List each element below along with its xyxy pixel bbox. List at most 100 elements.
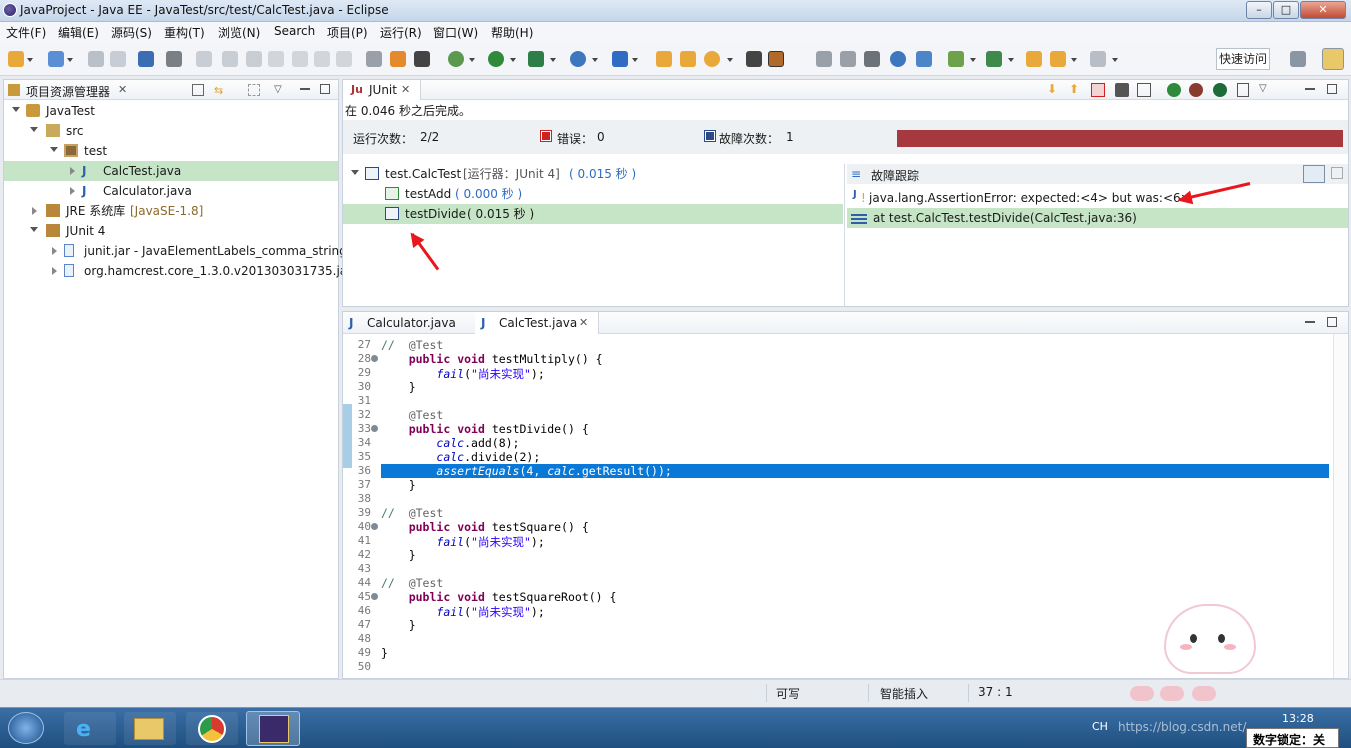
minimize-view-icon[interactable] bbox=[1305, 321, 1315, 323]
search-icon[interactable] bbox=[704, 51, 720, 67]
menu-help[interactable]: 帮助(H) bbox=[491, 24, 533, 41]
next-failure-icon[interactable]: ⬇ bbox=[1047, 82, 1057, 96]
code-line[interactable]: 37 } bbox=[343, 478, 1331, 492]
compare-result-icon[interactable] bbox=[1331, 167, 1343, 179]
code-line[interactable]: 39 // @Test bbox=[343, 506, 1331, 520]
step-over-icon[interactable] bbox=[292, 51, 308, 67]
forward-icon[interactable] bbox=[1090, 51, 1106, 67]
code-line[interactable]: 28 public void testMultiply() { bbox=[343, 352, 1331, 366]
view-menu-icon[interactable]: ▽ bbox=[1259, 83, 1267, 94]
tab-calctest[interactable]: J CalcTest.java ✕ bbox=[475, 312, 599, 334]
maximize-button[interactable]: □ bbox=[1273, 1, 1299, 19]
filter-stack-icon[interactable] bbox=[1303, 165, 1325, 183]
code-line[interactable]: 29 fail("尚未实现"); bbox=[343, 366, 1331, 381]
history-icon[interactable] bbox=[1237, 83, 1249, 97]
pen-icon[interactable] bbox=[768, 51, 784, 67]
code-line[interactable]: 45 public void testSquareRoot() { bbox=[343, 590, 1331, 604]
server-icon[interactable] bbox=[138, 51, 154, 67]
menu-run[interactable]: 运行(R) bbox=[380, 24, 422, 41]
coverage-icon[interactable] bbox=[528, 51, 544, 67]
tree-item-jre[interactable]: JRE 系统库 [JavaSE-1.8] bbox=[4, 201, 338, 221]
fold-icon[interactable] bbox=[371, 523, 378, 530]
tree-item-javatest[interactable]: JavaTest bbox=[4, 101, 338, 121]
link-icon[interactable] bbox=[390, 51, 406, 67]
close-icon[interactable]: ✕ bbox=[401, 80, 410, 100]
close-icon[interactable]: ✕ bbox=[118, 83, 127, 96]
tree-item-src[interactable]: src bbox=[4, 121, 338, 141]
run-icon[interactable] bbox=[488, 51, 504, 67]
code-line[interactable]: 38 bbox=[343, 492, 1331, 506]
new-project-icon[interactable] bbox=[48, 51, 64, 67]
code-line[interactable]: 41 fail("尚未实现"); bbox=[343, 534, 1331, 549]
code-line[interactable]: 43 bbox=[343, 562, 1331, 576]
skip-breakpoints-icon[interactable] bbox=[166, 51, 182, 67]
code-line[interactable]: 32 @Test bbox=[343, 408, 1331, 422]
close-icon[interactable]: ✕ bbox=[579, 312, 588, 334]
save-all-icon[interactable] bbox=[110, 51, 126, 67]
trace-line-at[interactable]: at test.CalcTest.testDivide(CalcTest.jav… bbox=[847, 208, 1348, 228]
view-menu-icon[interactable]: ▽ bbox=[274, 84, 282, 95]
rerun-failed-icon[interactable] bbox=[1189, 83, 1203, 97]
minimize-view-icon[interactable] bbox=[1305, 88, 1315, 90]
resume-icon[interactable] bbox=[196, 51, 212, 67]
taskbar-chrome[interactable] bbox=[186, 712, 238, 745]
collapse-all-icon[interactable] bbox=[192, 84, 204, 96]
code-line[interactable]: 40 public void testSquare() { bbox=[343, 520, 1331, 534]
javaee-perspective-icon[interactable] bbox=[1322, 48, 1344, 70]
rerun-icon[interactable] bbox=[1167, 83, 1181, 97]
maximize-view-icon[interactable] bbox=[320, 84, 330, 94]
breakpoint-icon[interactable] bbox=[414, 51, 430, 67]
show-whitespace-icon[interactable] bbox=[864, 51, 880, 67]
taskbar-eclipse[interactable] bbox=[246, 711, 300, 746]
ime-indicator[interactable]: CH bbox=[1092, 720, 1108, 733]
debug-icon[interactable] bbox=[448, 51, 464, 67]
close-button[interactable]: ✕ bbox=[1300, 1, 1346, 19]
menu-search[interactable]: Search bbox=[274, 24, 315, 38]
open-task-icon[interactable] bbox=[680, 51, 696, 67]
stop-icon[interactable] bbox=[1213, 83, 1227, 97]
terminate-icon[interactable] bbox=[246, 51, 262, 67]
step-return-icon[interactable] bbox=[314, 51, 330, 67]
previous-failure-icon[interactable]: ⬆ bbox=[1069, 82, 1079, 96]
skipped-icon[interactable] bbox=[1115, 83, 1129, 97]
save-icon[interactable] bbox=[88, 51, 104, 67]
open-type-icon[interactable] bbox=[656, 51, 672, 67]
test-case-testadd[interactable]: testAdd ( 0.000 秒 ) bbox=[343, 184, 845, 204]
drop-to-frame-icon[interactable] bbox=[336, 51, 352, 67]
next-annotation-icon[interactable] bbox=[986, 51, 1002, 67]
open-perspective-icon[interactable] bbox=[1290, 51, 1306, 67]
toggle-mark-occurrences-icon[interactable] bbox=[746, 51, 762, 67]
step-into-icon[interactable] bbox=[268, 51, 284, 67]
focus-icon[interactable] bbox=[248, 84, 260, 96]
trace-line-assertion[interactable]: J ! java.lang.AssertionError: expected:<… bbox=[847, 188, 1348, 208]
taskbar-ie[interactable]: e bbox=[64, 712, 116, 745]
menu-edit[interactable]: 编辑(E) bbox=[58, 24, 99, 41]
menu-project[interactable]: 项目(P) bbox=[327, 24, 368, 41]
fold-icon[interactable] bbox=[371, 425, 378, 432]
tree-item-calctest[interactable]: J CalcTest.java bbox=[4, 161, 338, 181]
menu-refactor[interactable]: 重构(T) bbox=[164, 24, 205, 41]
tree-item-test-package[interactable]: test bbox=[4, 141, 338, 161]
use-step-filters-icon[interactable] bbox=[366, 51, 382, 67]
minimize-view-icon[interactable] bbox=[300, 88, 310, 90]
annotation-icon[interactable] bbox=[948, 51, 964, 67]
tree-icon[interactable] bbox=[916, 51, 932, 67]
word-wrap-icon[interactable] bbox=[816, 51, 832, 67]
tree-item-calculator[interactable]: J Calculator.java bbox=[4, 181, 338, 201]
overview-ruler[interactable] bbox=[1333, 334, 1347, 678]
code-line[interactable]: 30 } bbox=[343, 380, 1331, 394]
tree-item-junit-jar[interactable]: junit.jar - JavaElementLabels_comma_stri… bbox=[4, 241, 357, 261]
code-line[interactable]: 31 bbox=[343, 394, 1331, 408]
tree-item-junit4[interactable]: JUnit 4 bbox=[4, 221, 338, 241]
globe-icon[interactable] bbox=[890, 51, 906, 67]
tab-calculator[interactable]: J Calculator.java bbox=[343, 312, 473, 334]
taskbar-explorer[interactable] bbox=[124, 712, 176, 745]
quick-access-field[interactable]: 快速访问 bbox=[1216, 48, 1270, 70]
menu-window[interactable]: 窗口(W) bbox=[433, 24, 478, 41]
code-line[interactable]: 44 // @Test bbox=[343, 576, 1331, 590]
block-selection-icon[interactable] bbox=[840, 51, 856, 67]
menu-file[interactable]: 文件(F) bbox=[6, 24, 46, 41]
code-line[interactable]: 27 // @Test bbox=[343, 338, 1331, 352]
code-line[interactable]: 33 public void testDivide() { bbox=[343, 422, 1331, 436]
scroll-lock-icon[interactable] bbox=[1137, 83, 1151, 97]
